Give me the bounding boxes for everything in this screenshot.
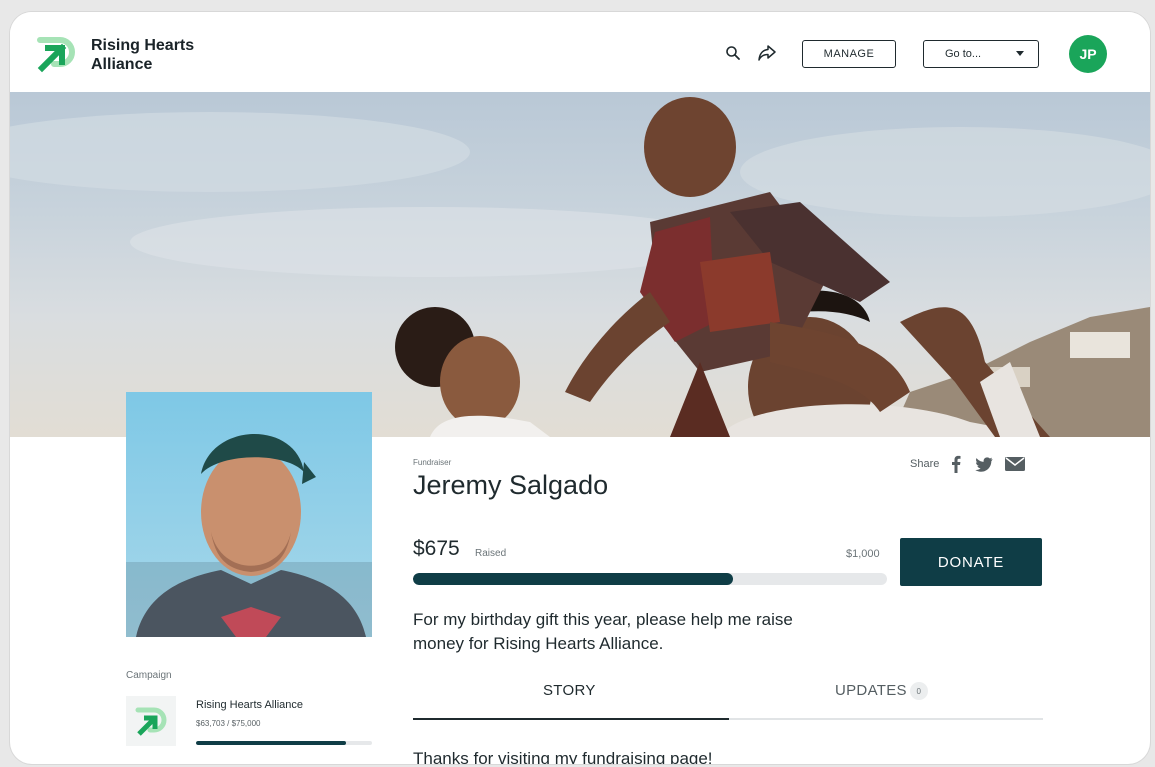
story-text: Thanks for visiting my fundraising page! — [413, 749, 713, 764]
share-bar: Share — [910, 455, 1026, 473]
updates-count-badge: 0 — [909, 682, 928, 701]
browser-frame: Rising Hearts Alliance MANAGE Go to... J… — [10, 12, 1150, 764]
description-line-2: money for Rising Hearts Alliance. — [413, 634, 664, 653]
hero-banner-image — [10, 92, 1150, 437]
fundraiser-description: For my birthday gift this year, please h… — [413, 608, 883, 656]
progress-fill — [413, 573, 733, 585]
raised-label: Raised — [475, 548, 507, 559]
user-avatar[interactable]: JP — [1069, 35, 1107, 73]
campaign-progress-fill — [196, 741, 346, 745]
facebook-icon[interactable] — [951, 455, 961, 473]
email-icon[interactable] — [1005, 457, 1026, 471]
manage-button[interactable]: MANAGE — [802, 40, 896, 68]
active-tab-indicator — [413, 718, 729, 720]
share-arrow-icon[interactable] — [756, 42, 778, 64]
site-header: Rising Hearts Alliance MANAGE Go to... J… — [10, 12, 1150, 92]
fundraiser-type-label: Fundraiser — [413, 458, 452, 467]
campaign-name[interactable]: Rising Hearts Alliance — [196, 699, 303, 711]
search-icon[interactable] — [722, 42, 744, 64]
tab-updates-label: UPDATES — [835, 682, 907, 699]
goto-label: Go to... — [945, 48, 982, 60]
chevron-down-icon — [1016, 51, 1024, 56]
twitter-icon[interactable] — [975, 456, 993, 472]
tab-underline — [413, 718, 1043, 720]
fundraiser-profile-photo — [126, 392, 372, 637]
campaign-logo[interactable] — [126, 696, 176, 746]
brand-line-2: Alliance — [91, 56, 153, 73]
rising-hearts-logo[interactable] — [36, 32, 78, 74]
goto-dropdown[interactable]: Go to... — [923, 40, 1039, 68]
share-label: Share — [910, 458, 940, 470]
brand-line-1: Rising Hearts — [91, 37, 195, 54]
goal-amount: $1,000 — [846, 548, 880, 560]
tab-updates[interactable]: UPDATES 0 — [835, 682, 928, 701]
fundraiser-name: Jeremy Salgado — [413, 470, 609, 500]
raised-amount: $675 — [413, 537, 460, 560]
description-line-1: For my birthday gift this year, please h… — [413, 610, 793, 629]
fundraiser-progress-bar — [413, 573, 887, 585]
campaign-progress-bar — [196, 741, 372, 745]
brand-name[interactable]: Rising Hearts Alliance — [91, 36, 194, 74]
campaign-amount: $63,703 / $75,000 — [196, 719, 261, 728]
campaign-section-label: Campaign — [126, 670, 172, 681]
tab-story[interactable]: STORY — [543, 682, 596, 699]
donate-button[interactable]: DONATE — [900, 538, 1042, 586]
